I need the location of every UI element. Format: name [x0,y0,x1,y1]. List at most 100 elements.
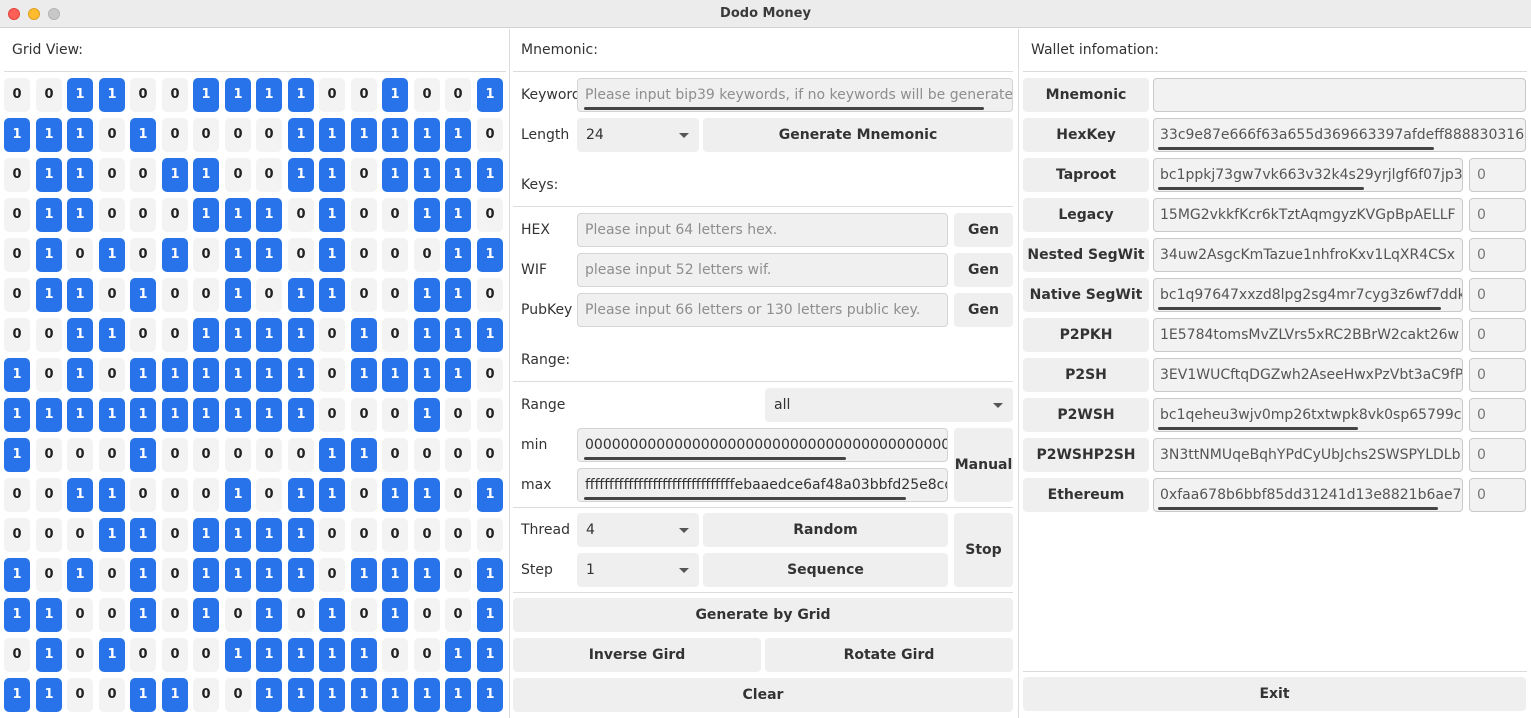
grid-cell[interactable]: 1 [193,518,219,552]
grid-cell[interactable]: 1 [67,558,93,592]
address-balance-count[interactable]: 0 [1469,278,1526,312]
grid-cell[interactable]: 0 [445,478,471,512]
grid-cell[interactable]: 1 [4,398,30,432]
grid-cell[interactable]: 1 [288,278,314,312]
grid-cell[interactable]: 1 [414,118,440,152]
grid-cell[interactable]: 1 [319,238,345,272]
grid-cell[interactable]: 0 [162,118,188,152]
grid-cell[interactable]: 1 [225,518,251,552]
grid-cell[interactable]: 0 [382,278,408,312]
grid-cell[interactable]: 0 [319,398,345,432]
grid-cell[interactable]: 1 [193,598,219,632]
grid-cell[interactable]: 0 [193,638,219,672]
grid-cell[interactable]: 0 [382,318,408,352]
grid-cell[interactable]: 1 [67,398,93,432]
grid-cell[interactable]: 0 [382,238,408,272]
grid-cell[interactable]: 1 [225,198,251,232]
grid-cell[interactable]: 1 [225,478,251,512]
address-balance-count[interactable]: 0 [1469,358,1526,392]
grid-cell[interactable]: 1 [445,318,471,352]
address-balance-count[interactable]: 0 [1469,438,1526,472]
grid-cell[interactable]: 0 [351,198,377,232]
grid-cell[interactable]: 0 [4,198,30,232]
grid-cell[interactable]: 1 [319,438,345,472]
grid-cell[interactable]: 1 [382,558,408,592]
grid-cell[interactable]: 1 [477,238,503,272]
grid-cell[interactable]: 0 [162,518,188,552]
grid-cell[interactable]: 1 [414,318,440,352]
grid-cell[interactable]: 1 [36,678,62,712]
keyword-input[interactable]: Please input bip39 keywords, if no keywo… [577,78,1013,112]
grid-cell[interactable]: 1 [99,478,125,512]
grid-cell[interactable]: 1 [288,478,314,512]
grid-cell[interactable]: 1 [477,78,503,112]
grid-cell[interactable]: 0 [414,518,440,552]
grid-cell[interactable]: 0 [4,78,30,112]
grid-cell[interactable]: 0 [162,278,188,312]
scrollbar[interactable] [584,497,906,500]
grid-cell[interactable]: 0 [193,238,219,272]
address-output[interactable]: 1E5784tomsMvZLVrs5xRC2BBrW2cakt26w [1153,318,1463,352]
grid-cell[interactable]: 0 [4,638,30,672]
range-select[interactable]: all [765,388,1013,422]
grid-cell[interactable]: 1 [36,278,62,312]
grid-cell[interactable]: 1 [382,158,408,192]
grid-cell[interactable]: 0 [99,198,125,232]
grid-cell[interactable]: 1 [351,358,377,392]
grid-cell[interactable]: 1 [382,678,408,712]
grid-cell[interactable]: 1 [445,158,471,192]
grid-cell[interactable]: 1 [67,198,93,232]
grid-cell[interactable]: 0 [99,438,125,472]
grid-cell[interactable]: 1 [256,558,282,592]
grid-cell[interactable]: 1 [99,78,125,112]
grid-cell[interactable]: 0 [288,198,314,232]
grid-cell[interactable]: 0 [67,598,93,632]
grid-cell[interactable]: 1 [414,398,440,432]
grid-cell[interactable]: 1 [99,318,125,352]
grid-cell[interactable]: 1 [477,478,503,512]
grid-cell[interactable]: 1 [414,158,440,192]
grid-cell[interactable]: 0 [445,438,471,472]
grid-cell[interactable]: 1 [288,638,314,672]
address-balance-count[interactable]: 0 [1469,398,1526,432]
address-output[interactable]: 3N3ttNMUqeBqhYPdCyUbJchs2SWSPYLDLb [1153,438,1463,472]
grid-cell[interactable]: 0 [225,598,251,632]
grid-cell[interactable]: 1 [130,358,156,392]
hex-input[interactable]: Please input 64 letters hex. [577,213,948,247]
grid-cell[interactable]: 1 [99,238,125,272]
scrollbar[interactable] [1158,427,1358,430]
grid-cell[interactable]: 0 [351,78,377,112]
grid-cell[interactable]: 0 [225,118,251,152]
grid-cell[interactable]: 1 [414,278,440,312]
max-input[interactable]: fffffffffffffffffffffffffffffffebaaedce6… [577,468,948,502]
grid-cell[interactable]: 1 [288,78,314,112]
grid-cell[interactable]: 1 [225,398,251,432]
grid-cell[interactable]: 1 [67,278,93,312]
grid-cell[interactable]: 0 [130,638,156,672]
grid-cell[interactable]: 1 [288,558,314,592]
grid-cell[interactable]: 0 [445,398,471,432]
grid-cell[interactable]: 1 [319,478,345,512]
grid-cell[interactable]: 1 [445,638,471,672]
manual-button[interactable]: Manual [954,428,1013,502]
grid-cell[interactable]: 0 [477,518,503,552]
grid-cell[interactable]: 1 [130,598,156,632]
grid-cell[interactable]: 0 [477,398,503,432]
grid-cell[interactable]: 1 [477,158,503,192]
grid-cell[interactable]: 1 [130,398,156,432]
grid-cell[interactable]: 0 [193,478,219,512]
grid-cell[interactable]: 1 [256,518,282,552]
grid-cell[interactable]: 1 [162,678,188,712]
grid-cell[interactable]: 1 [319,278,345,312]
grid-cell[interactable]: 1 [319,198,345,232]
grid-cell[interactable]: 1 [4,118,30,152]
grid-cell[interactable]: 1 [414,678,440,712]
grid-cell[interactable]: 1 [319,118,345,152]
grid-cell[interactable]: 0 [99,278,125,312]
grid-cell[interactable]: 0 [288,438,314,472]
grid-cell[interactable]: 0 [130,78,156,112]
grid-cell[interactable]: 1 [225,278,251,312]
grid-cell[interactable]: 1 [130,118,156,152]
grid-cell[interactable]: 1 [414,198,440,232]
grid-cell[interactable]: 0 [256,278,282,312]
